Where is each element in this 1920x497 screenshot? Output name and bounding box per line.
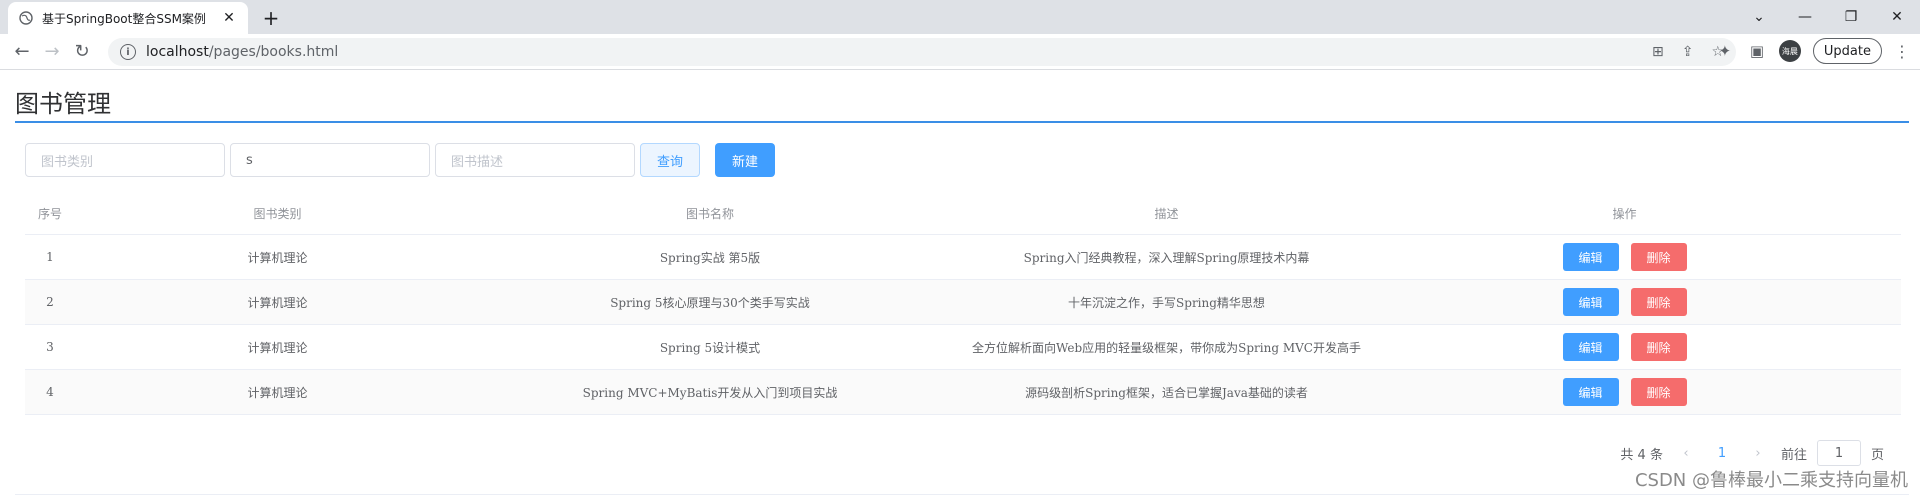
goto-page-input[interactable]: 1: [1816, 440, 1861, 466]
new-tab-button[interactable]: +: [258, 5, 284, 31]
page-suffix: 页: [1870, 447, 1884, 463]
cell-name: Spring 5设计模式: [659, 340, 761, 355]
table-row: 3 计算机理论 Spring 5设计模式 全方位解析面向Web应用的轻量级框架，…: [25, 325, 1901, 370]
globe-icon: [18, 10, 34, 26]
table-row: 2 计算机理论 Spring 5核心原理与30个类手写实战 十年沉淀之作，手写S…: [25, 280, 1901, 325]
cell-name: Spring实战 第5版: [659, 250, 761, 265]
filter-bar: 图书类别 s 图书描述 查询 新建: [15, 143, 1905, 177]
url-text[interactable]: localhost/pages/books.html: [146, 44, 1652, 60]
window-controls: ⌄ — ❐ ✕: [1736, 0, 1920, 34]
restore-icon[interactable]: ❐: [1828, 0, 1874, 34]
delete-button[interactable]: 删除: [1630, 243, 1687, 271]
title-divider: [15, 121, 1909, 123]
cell-actions: 编辑 删除: [1393, 288, 1856, 316]
book-desc-input[interactable]: 图书描述: [435, 143, 635, 177]
delete-button[interactable]: 删除: [1630, 333, 1687, 361]
omnibox-icons: ⊞ ⇪ ☆: [1652, 44, 1724, 60]
cell-actions: 编辑 删除: [1393, 333, 1856, 361]
bottom-divider: [15, 494, 1909, 495]
books-table: 序号 图书类别 图书名称 描述 操作 1 计算机理论 Spring实战 第5版 …: [25, 193, 1901, 415]
edit-button[interactable]: 编辑: [1562, 333, 1619, 361]
header-name: 图书名称: [685, 207, 734, 221]
share-icon[interactable]: ⇪: [1682, 44, 1694, 60]
header-index: 序号: [37, 207, 62, 221]
header-actions: 操作: [1612, 207, 1637, 221]
cell-desc: 十年沉淀之作，手写Spring精华思想: [1068, 295, 1265, 310]
browser-toolbar: ← → ↻ i localhost/pages/books.html ⊞ ⇪ ☆…: [0, 34, 1920, 70]
new-button[interactable]: 新建: [715, 143, 775, 177]
pagination-total: 共 4 条: [1620, 447, 1663, 463]
menu-icon[interactable]: ⋮: [1894, 42, 1910, 61]
delete-button[interactable]: 删除: [1630, 378, 1687, 406]
page-number[interactable]: 1: [1709, 446, 1735, 461]
header-desc: 描述: [1154, 207, 1179, 221]
table-row: 4 计算机理论 Spring MVC+MyBatis开发从入门到项目实战 源码级…: [25, 370, 1901, 415]
query-button[interactable]: 查询: [640, 143, 700, 177]
next-page-icon[interactable]: ›: [1745, 446, 1771, 461]
book-type-input[interactable]: 图书类别: [25, 143, 225, 177]
cell-index: 4: [46, 385, 54, 399]
reload-icon[interactable]: ↻: [68, 38, 96, 66]
prev-page-icon[interactable]: ‹: [1673, 446, 1699, 461]
url-host: localhost: [146, 44, 209, 60]
cell-name: Spring MVC+MyBatis开发从入门到项目实战: [582, 385, 838, 400]
close-tab-icon[interactable]: ✕: [220, 10, 238, 26]
edit-button[interactable]: 编辑: [1562, 378, 1619, 406]
cell-index: 3: [46, 340, 54, 354]
tab-search-icon[interactable]: ⌄: [1736, 0, 1782, 34]
page-title: 图书管理: [15, 90, 111, 118]
side-panel-icon[interactable]: ▣: [1747, 42, 1767, 60]
header-type: 图书类别: [253, 207, 302, 221]
cell-name: Spring 5核心原理与30个类手写实战: [610, 295, 810, 310]
address-bar[interactable]: i localhost/pages/books.html ⊞ ⇪ ☆: [108, 38, 1736, 66]
cell-type: 计算机理论: [247, 295, 308, 310]
update-button[interactable]: Update: [1812, 38, 1882, 64]
watermark: CSDN @鲁棒最小二乘支持向量机: [1634, 470, 1908, 491]
cell-type: 计算机理论: [247, 385, 308, 400]
cell-desc: 全方位解析面向Web应用的轻量级框架，带你成为Spring MVC开发高手: [972, 340, 1361, 355]
edit-button[interactable]: 编辑: [1562, 243, 1619, 271]
book-name-input[interactable]: s: [230, 143, 430, 177]
cell-actions: 编辑 删除: [1393, 378, 1856, 406]
toolbar-right: ✦ ▣ 海晨 Update ⋮: [1715, 38, 1910, 64]
tab-title: 基于SpringBoot整合SSM案例: [42, 11, 206, 26]
cell-actions: 编辑 删除: [1393, 243, 1856, 271]
page-content: 图书管理 图书类别 s 图书描述 查询 新建 序号 图书类别 图书名称 描述 操…: [0, 70, 1920, 415]
url-path: /pages/books.html: [208, 44, 339, 60]
browser-tab-bar: 基于SpringBoot整合SSM案例 ✕ + ⌄ — ❐ ✕: [0, 0, 1920, 34]
cell-type: 计算机理论: [247, 340, 308, 355]
cell-desc: Spring入门经典教程，深入理解Spring原理技术内幕: [1023, 250, 1310, 265]
pagination: 共 4 条 ‹ 1 › 前往 1 页: [1620, 440, 1884, 466]
close-window-icon[interactable]: ✕: [1874, 0, 1920, 34]
extensions-icon[interactable]: ✦: [1715, 42, 1735, 60]
table-header: 序号 图书类别 图书名称 描述 操作: [25, 193, 1901, 235]
minimize-icon[interactable]: —: [1782, 0, 1828, 34]
site-info-icon[interactable]: i: [120, 44, 136, 60]
table-row: 1 计算机理论 Spring实战 第5版 Spring入门经典教程，深入理解Sp…: [25, 235, 1901, 280]
cell-desc: 源码级剖析Spring框架，适合已掌握Java基础的读者: [1025, 385, 1308, 400]
cell-index: 1: [46, 250, 54, 264]
forward-icon[interactable]: →: [38, 38, 66, 66]
cell-index: 2: [46, 295, 54, 309]
avatar[interactable]: 海晨: [1778, 40, 1801, 62]
translate-icon[interactable]: ⊞: [1652, 44, 1664, 60]
delete-button[interactable]: 删除: [1630, 288, 1687, 316]
back-icon[interactable]: ←: [8, 38, 36, 66]
cell-type: 计算机理论: [247, 250, 308, 265]
goto-label: 前往: [1780, 447, 1807, 463]
edit-button[interactable]: 编辑: [1562, 288, 1619, 316]
browser-tab[interactable]: 基于SpringBoot整合SSM案例 ✕: [8, 2, 248, 34]
